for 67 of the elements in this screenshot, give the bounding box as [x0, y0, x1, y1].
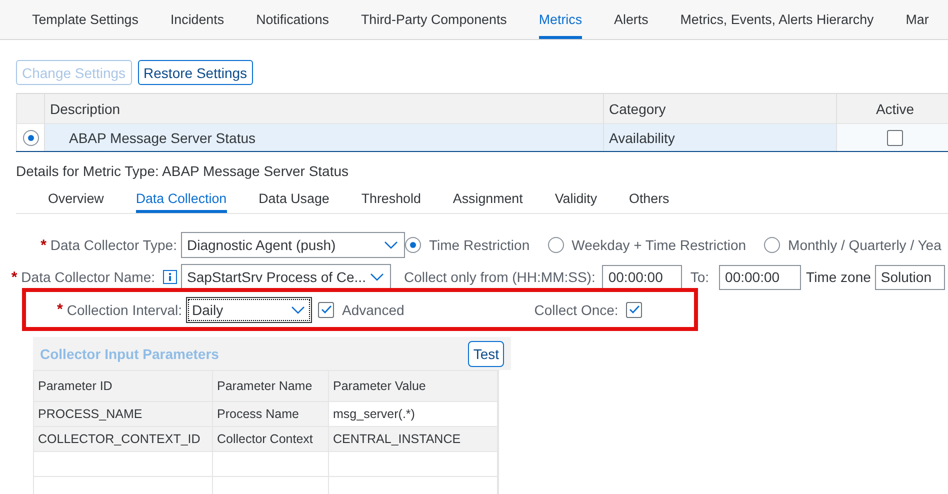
radio[interactable]: [548, 237, 564, 253]
collect-once-checkbox[interactable]: [626, 302, 642, 318]
field-label: Collect Once:: [534, 302, 618, 318]
table-cell: Availability: [609, 130, 675, 146]
tab[interactable]: Notifications: [256, 0, 329, 39]
table-cell: PROCESS_NAME: [33, 402, 213, 427]
tab[interactable]: Metrics, Events, Alerts Hierarchy: [680, 0, 874, 39]
tab[interactable]: Data Collection: [136, 184, 227, 213]
field-label: To:: [690, 269, 710, 285]
tab[interactable]: Others: [629, 184, 670, 213]
info-icon[interactable]: [163, 270, 177, 284]
checkmark-icon: [320, 305, 332, 314]
field-label: Time zone: [806, 269, 871, 285]
radio-label[interactable]: Monthly / Quarterly / Yea: [788, 237, 942, 253]
tab[interactable]: Overview: [48, 184, 104, 213]
caret-icon: [370, 273, 384, 281]
interval-select[interactable]: Daily: [186, 296, 312, 322]
column-header: Active: [876, 100, 914, 116]
checkmark-icon: [628, 305, 640, 314]
radio-label[interactable]: Weekday + Time Restriction: [572, 237, 746, 253]
column-header: Parameter ID: [33, 370, 213, 402]
field-label: Collect only from (HH:MM:SS):: [404, 269, 596, 285]
radio-label[interactable]: Time Restriction: [429, 237, 530, 253]
table-row[interactable]: ABAP Message Server Status Availability: [16, 124, 948, 152]
row-radio[interactable]: [22, 130, 38, 146]
tab[interactable]: Third-Party Components: [361, 0, 507, 39]
field-label: Collection Interval:: [66, 302, 182, 318]
collector-type-select[interactable]: Diagnostic Agent (push): [181, 232, 405, 258]
field-label: Data Collector Name:: [21, 269, 155, 285]
field-label: Data Collector Type:: [50, 237, 177, 253]
caret-icon: [291, 306, 305, 314]
tab[interactable]: Threshold: [361, 184, 421, 213]
tab[interactable]: Data Usage: [258, 184, 330, 213]
tab[interactable]: Validity: [554, 184, 598, 213]
active-checkbox[interactable]: [887, 130, 903, 146]
tab[interactable]: Template Settings: [32, 0, 138, 39]
collector-name-select[interactable]: SapStartSrv Process of Ce...: [181, 264, 391, 290]
panel-title: Collector Input Parameters: [40, 346, 219, 362]
table-cell: ABAP Message Server Status: [69, 130, 256, 146]
table-cell: COLLECTOR_CONTEXT_ID: [33, 427, 213, 452]
table-cell: Process Name: [213, 402, 329, 427]
tab[interactable]: Mar: [906, 0, 929, 39]
tab[interactable]: Assignment: [452, 184, 523, 213]
checkbox-label: Advanced: [342, 302, 404, 318]
time-zone-select[interactable]: Solution: [874, 264, 945, 290]
value-cell: CENTRAL_INSTANCE: [329, 427, 498, 452]
time-input[interactable]: 00:00:00: [719, 264, 802, 290]
table-cell: Collector Context: [213, 427, 329, 452]
tab[interactable]: Metrics: [538, 0, 582, 39]
required-mark: *: [40, 236, 46, 254]
column-header: Parameter Name: [213, 370, 329, 402]
radio[interactable]: [764, 237, 780, 253]
test-button[interactable]: Test: [468, 340, 504, 366]
settings-button[interactable]: Restore Settings: [138, 60, 254, 85]
column-header: Parameter Value: [329, 370, 498, 402]
column-header: Description: [50, 100, 120, 116]
radio[interactable]: [405, 237, 421, 253]
required-mark: *: [11, 268, 18, 286]
time-input[interactable]: 00:00:00: [602, 264, 682, 290]
caret-icon: [384, 241, 398, 249]
tab[interactable]: Alerts: [614, 0, 648, 39]
tab[interactable]: Incidents: [170, 0, 224, 39]
value-cell[interactable]: msg_server(.*): [329, 402, 498, 427]
advanced-checkbox[interactable]: [318, 302, 334, 318]
details-title: Details for Metric Type: ABAP Message Server Status: [16, 163, 349, 179]
column-header: Category: [609, 100, 666, 116]
required-mark: *: [56, 301, 63, 318]
